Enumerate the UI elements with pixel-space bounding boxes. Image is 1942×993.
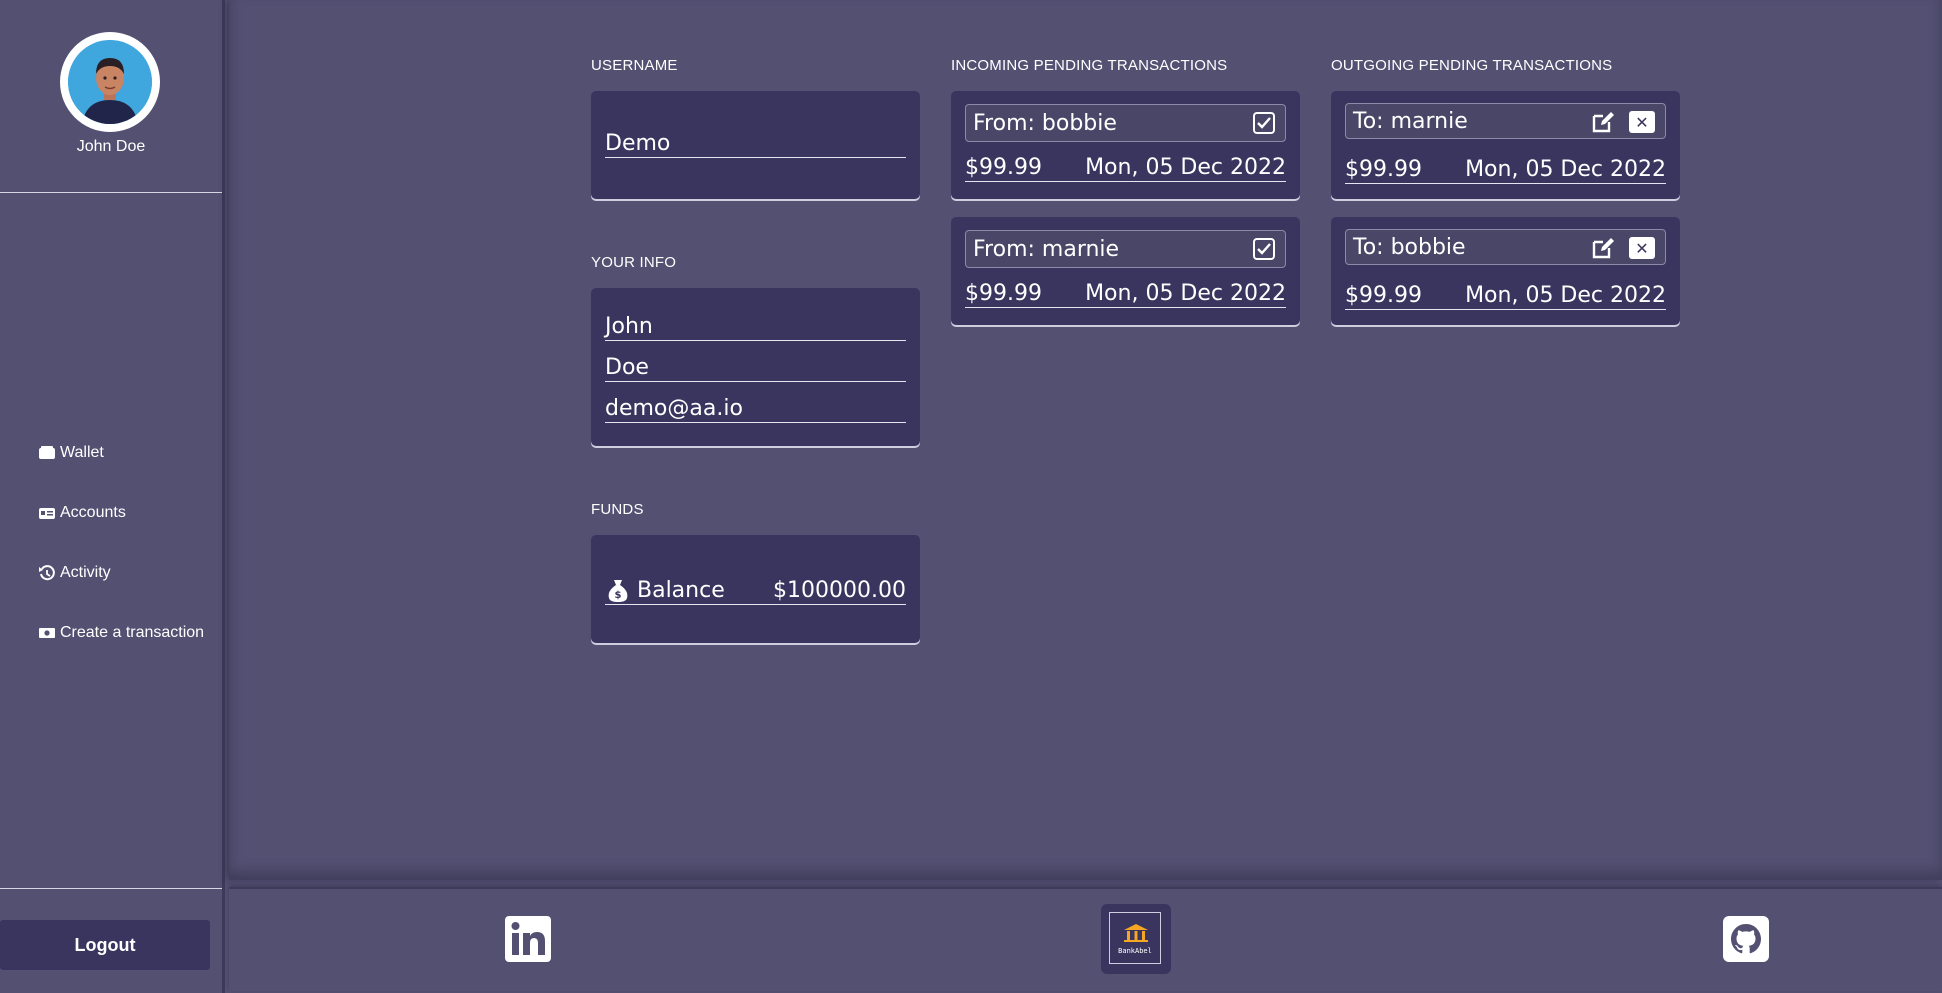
outgoing-recipient: To: marnie ✕ xyxy=(1345,103,1666,139)
history-icon xyxy=(39,565,55,581)
approve-check-icon[interactable] xyxy=(1253,112,1275,134)
outgoing-recipient: To: bobbie ✕ xyxy=(1345,229,1666,265)
outgoing-title: OUTGOING PENDING TRANSACTIONS xyxy=(1331,57,1613,74)
outgoing-amount: $99.99 xyxy=(1345,283,1422,308)
incoming-transaction-card: From: marnie $99.99 Mon, 05 Dec 2022 xyxy=(951,217,1300,325)
funds-title: FUNDS xyxy=(591,501,644,518)
nav-create-transaction[interactable]: Create a transaction xyxy=(38,624,204,642)
avatar-image xyxy=(68,40,152,124)
balance-amount: $100000.00 xyxy=(773,577,906,603)
nav-wallet[interactable]: Wallet xyxy=(38,444,104,462)
logo-frame: BankAbel xyxy=(1109,912,1161,964)
edit-icon[interactable] xyxy=(1591,110,1617,140)
your-info-card: John Doe demo@aa.io xyxy=(591,288,920,446)
username-title: USERNAME xyxy=(591,57,678,74)
incoming-details: $99.99 Mon, 05 Dec 2022 xyxy=(965,155,1286,182)
logo-text: BankAbel xyxy=(1118,947,1152,955)
incoming-details: $99.99 Mon, 05 Dec 2022 xyxy=(965,281,1286,308)
nav-create-transaction-label: Create a transaction xyxy=(60,624,205,641)
incoming-transaction-card: From: bobbie $99.99 Mon, 05 Dec 2022 xyxy=(951,91,1300,199)
avatar xyxy=(60,32,160,132)
main-content: USERNAME Demo YOUR INFO John Doe demo@aa… xyxy=(229,0,1942,880)
outgoing-date: Mon, 05 Dec 2022 xyxy=(1465,283,1666,308)
incoming-sender: From: bobbie xyxy=(965,104,1286,142)
cancel-close-icon[interactable]: ✕ xyxy=(1629,111,1655,133)
sidebar: John Doe Wallet Accounts Activity Create… xyxy=(0,0,225,993)
email-field[interactable]: demo@aa.io xyxy=(605,396,906,423)
outgoing-date: Mon, 05 Dec 2022 xyxy=(1465,157,1666,182)
bank-logo-icon[interactable]: BankAbel xyxy=(1101,904,1171,974)
funds-card: $ Balance $100000.00 xyxy=(591,535,920,643)
edit-icon[interactable] xyxy=(1591,236,1617,266)
outgoing-details: $99.99 Mon, 05 Dec 2022 xyxy=(1345,283,1666,310)
footer: BankAbel xyxy=(229,887,1942,991)
divider xyxy=(0,888,222,889)
outgoing-amount: $99.99 xyxy=(1345,157,1422,182)
incoming-date: Mon, 05 Dec 2022 xyxy=(1085,155,1286,180)
your-info-title: YOUR INFO xyxy=(591,254,677,271)
incoming-sender-label: From: bobbie xyxy=(973,110,1117,136)
outgoing-recipient-label: To: bobbie xyxy=(1353,234,1466,260)
nav-accounts-label: Accounts xyxy=(60,504,126,521)
incoming-sender-label: From: marnie xyxy=(973,236,1120,262)
nav-wallet-label: Wallet xyxy=(60,444,104,461)
incoming-title: INCOMING PENDING TRANSACTIONS xyxy=(951,57,1228,74)
outgoing-transaction-card: To: marnie ✕ $99.99 Mon, 05 Dec 2022 xyxy=(1331,91,1680,199)
money-bill-icon xyxy=(39,628,55,638)
nav-accounts[interactable]: Accounts xyxy=(38,504,126,522)
money-bag-icon: $ xyxy=(608,580,628,602)
balance-row: $ Balance $100000.00 xyxy=(605,577,906,605)
bank-building-icon xyxy=(1124,924,1148,942)
divider xyxy=(0,192,222,193)
outgoing-transaction-card: To: bobbie ✕ $99.99 Mon, 05 Dec 2022 xyxy=(1331,217,1680,325)
username-field[interactable]: Demo xyxy=(605,131,906,158)
incoming-amount: $99.99 xyxy=(965,155,1042,180)
username-card: Demo xyxy=(591,91,920,199)
outgoing-recipient-label: To: marnie xyxy=(1353,108,1468,134)
first-name-field[interactable]: John xyxy=(605,314,906,341)
balance-label-wrap: $ Balance xyxy=(605,577,725,603)
last-name-field[interactable]: Doe xyxy=(605,355,906,382)
incoming-date: Mon, 05 Dec 2022 xyxy=(1085,281,1286,306)
id-card-icon xyxy=(39,508,55,519)
github-icon[interactable] xyxy=(1723,916,1769,967)
cancel-close-icon[interactable]: ✕ xyxy=(1629,237,1655,259)
outgoing-details: $99.99 Mon, 05 Dec 2022 xyxy=(1345,157,1666,184)
incoming-sender: From: marnie xyxy=(965,230,1286,268)
svg-text:$: $ xyxy=(615,590,622,601)
wallet-icon xyxy=(39,446,55,459)
approve-check-icon[interactable] xyxy=(1253,238,1275,260)
logout-button[interactable]: Logout xyxy=(0,920,210,970)
user-name: John Doe xyxy=(76,138,146,155)
nav-activity[interactable]: Activity xyxy=(38,564,111,582)
linkedin-icon[interactable] xyxy=(505,916,551,967)
nav-activity-label: Activity xyxy=(60,564,111,581)
incoming-amount: $99.99 xyxy=(965,281,1042,306)
balance-label: Balance xyxy=(637,577,725,603)
